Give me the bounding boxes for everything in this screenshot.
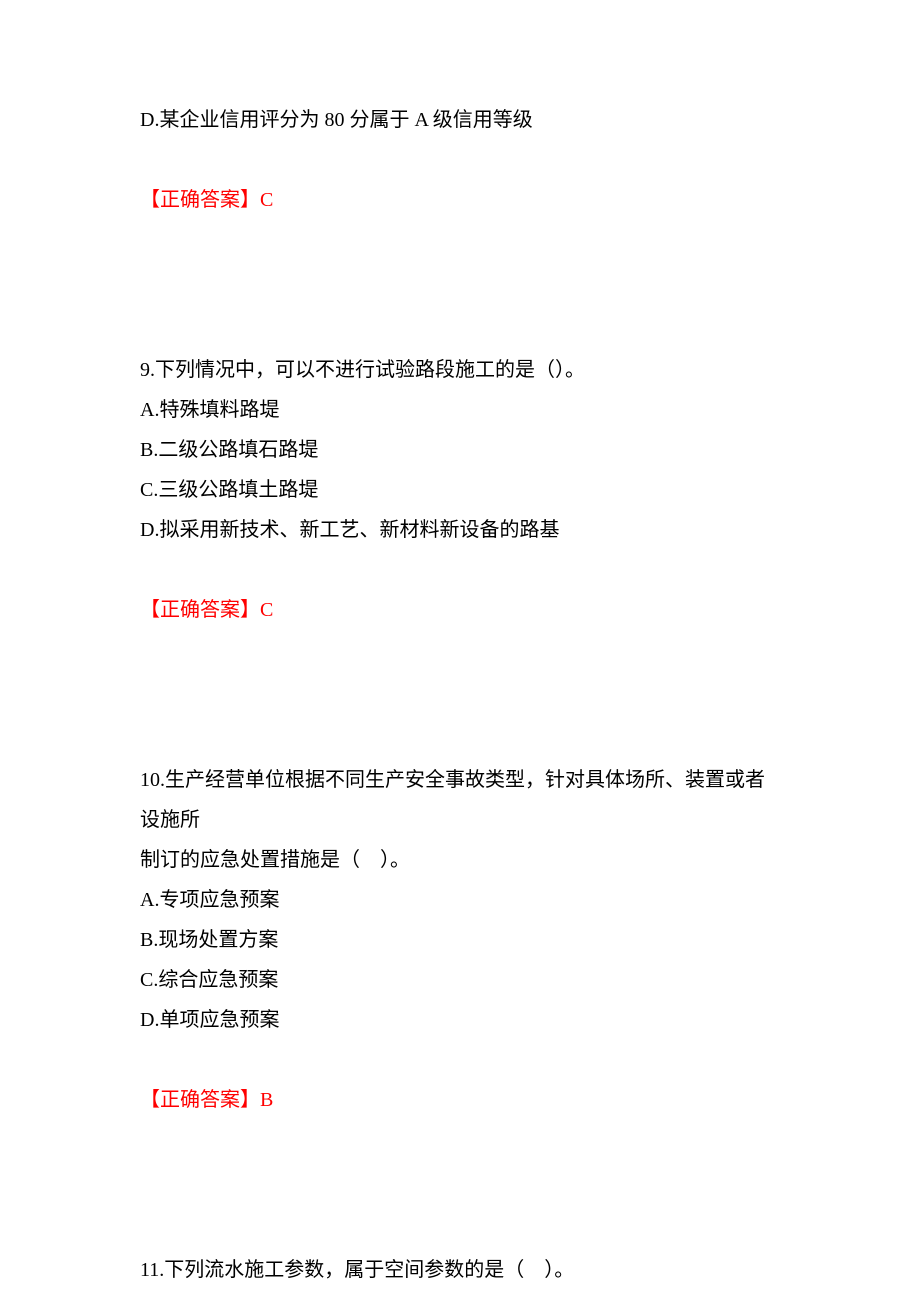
q10-answer: 【正确答案】B [140,1080,780,1120]
q10-option-a: A.专项应急预案 [140,880,780,920]
q9-option-c: C.三级公路填土路堤 [140,470,780,510]
q8-answer: 【正确答案】C [140,180,780,220]
question-10: 10.生产经营单位根据不同生产安全事故类型，针对具体场所、装置或者设施所 制订的… [140,760,780,1120]
answer-value: C [260,599,273,621]
q10-option-b: B.现场处置方案 [140,920,780,960]
answer-value: C [260,189,273,211]
question-8-fragment: D.某企业信用评分为 80 分属于 A 级信用等级 【正确答案】C [140,100,780,220]
answer-label: 【正确答案】 [140,1089,260,1111]
answer-value: B [260,1089,273,1111]
q9-option-b: B.二级公路填石路堤 [140,430,780,470]
q9-option-d: D.拟采用新技术、新工艺、新材料新设备的路基 [140,510,780,550]
q10-stem-1: 10.生产经营单位根据不同生产安全事故类型，针对具体场所、装置或者设施所 [140,760,780,840]
answer-label: 【正确答案】 [140,599,260,621]
page-content: D.某企业信用评分为 80 分属于 A 级信用等级 【正确答案】C 9.下列情况… [0,0,920,1290]
q10-option-d: D.单项应急预案 [140,1000,780,1040]
q8-option-d: D.某企业信用评分为 80 分属于 A 级信用等级 [140,100,780,140]
q10-stem-2: 制订的应急处置措施是（ ）。 [140,840,780,880]
q10-option-c: C.综合应急预案 [140,960,780,1000]
question-11-fragment: 11.下列流水施工参数，属于空间参数的是（ ）。 [140,1250,780,1290]
question-9: 9.下列情况中，可以不进行试验路段施工的是（）。 A.特殊填料路堤 B.二级公路… [140,350,780,630]
q9-answer: 【正确答案】C [140,590,780,630]
q9-option-a: A.特殊填料路堤 [140,390,780,430]
q9-stem: 9.下列情况中，可以不进行试验路段施工的是（）。 [140,350,780,390]
q11-stem: 11.下列流水施工参数，属于空间参数的是（ ）。 [140,1250,780,1290]
answer-label: 【正确答案】 [140,189,260,211]
